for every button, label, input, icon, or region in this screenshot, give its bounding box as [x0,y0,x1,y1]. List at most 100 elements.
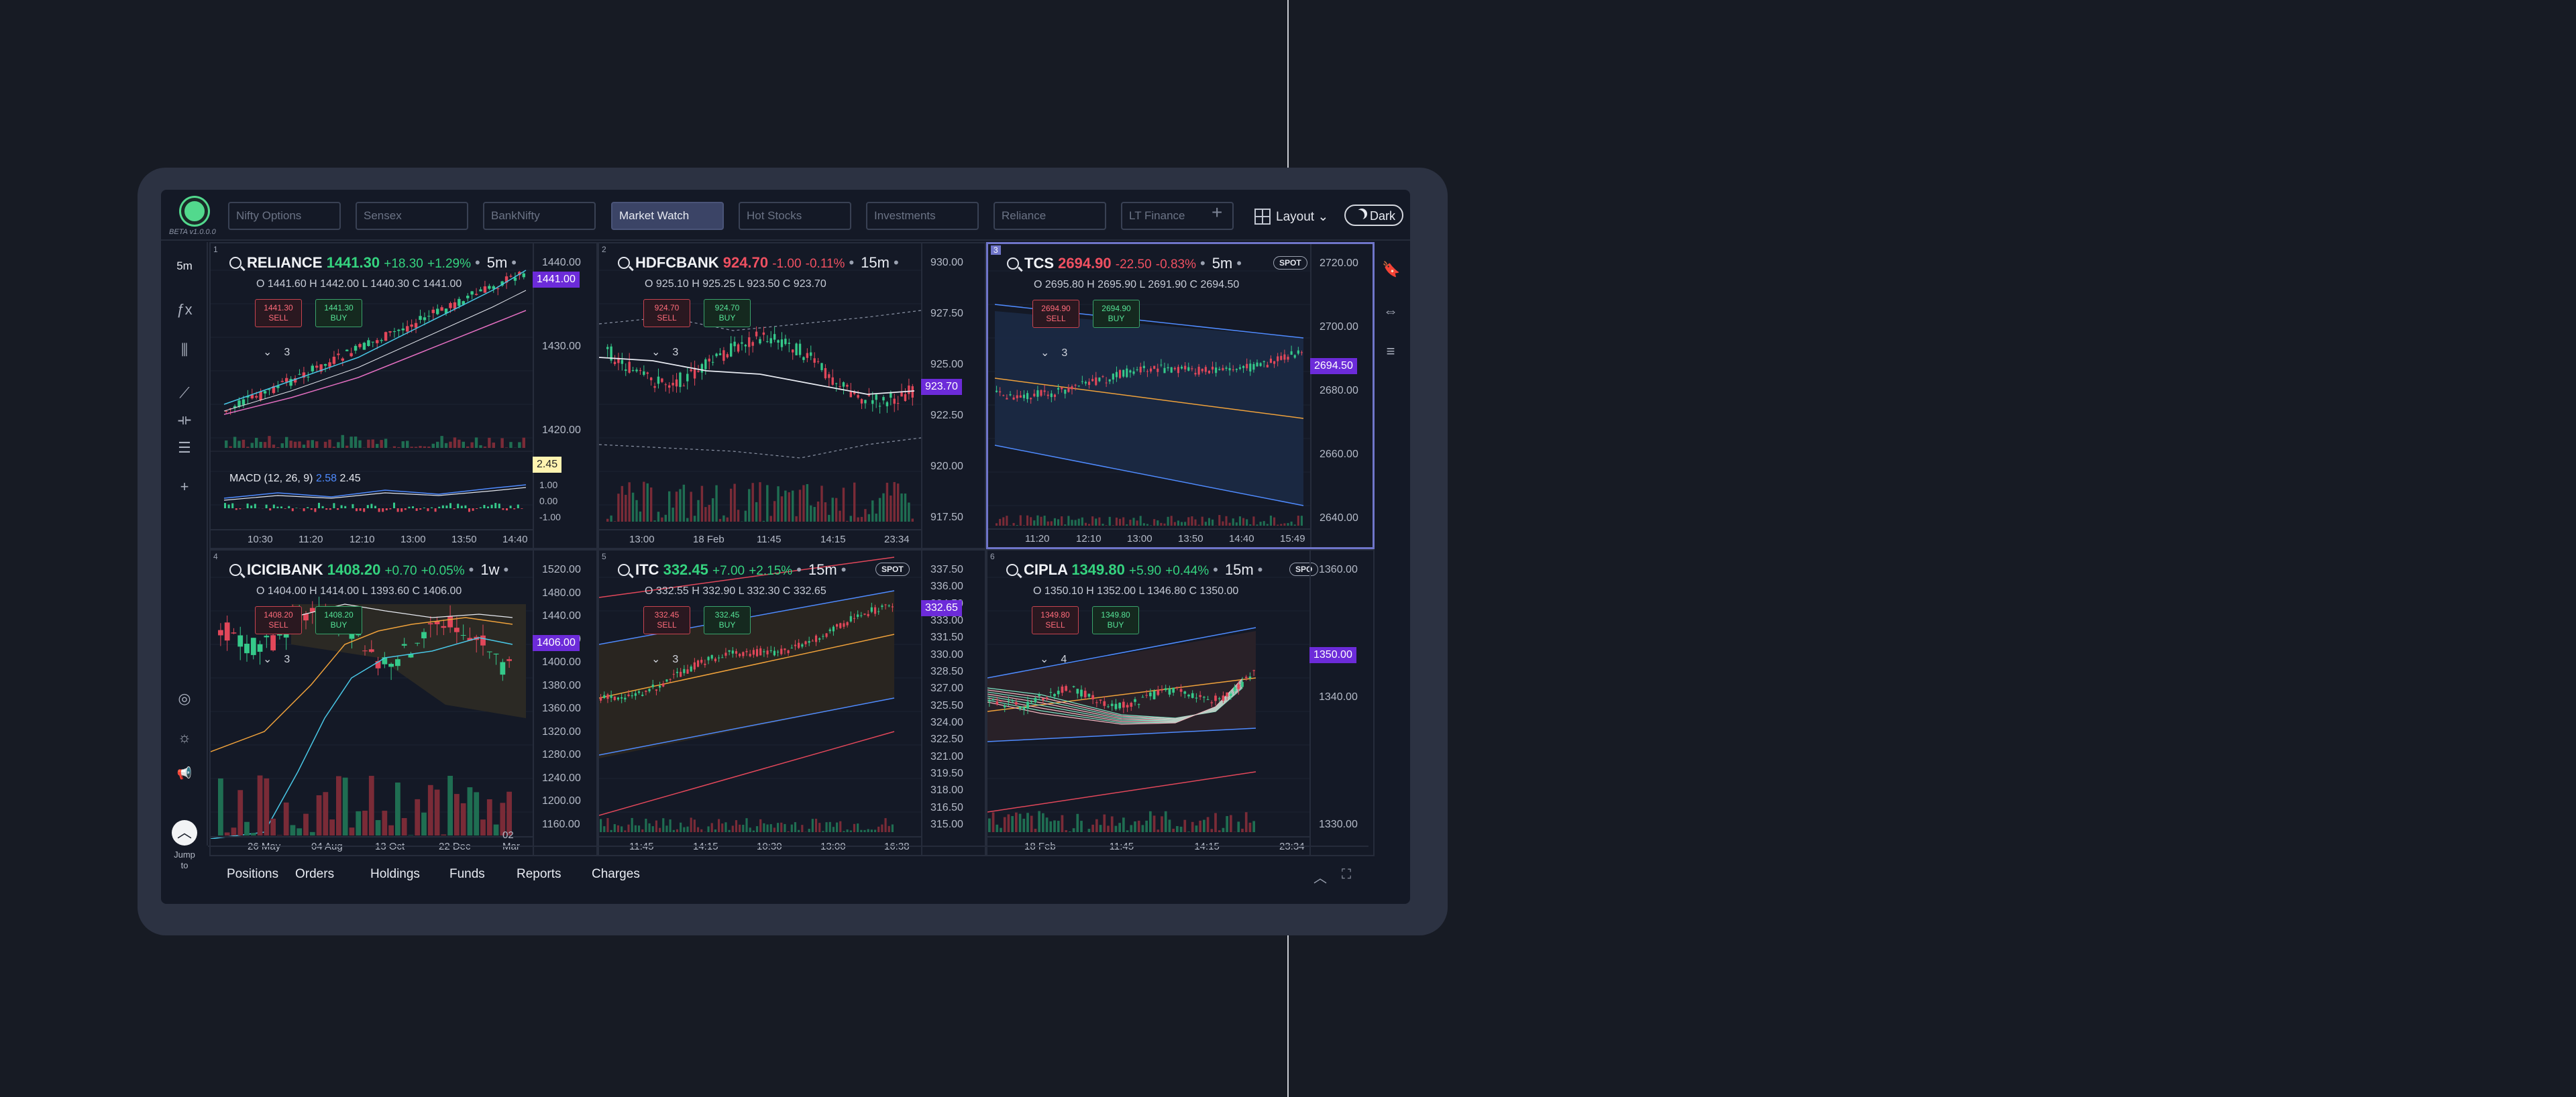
indicators-toggle[interactable]: ⌄ 3 [263,345,290,359]
buy-button[interactable]: 1408.20 BUY [315,606,362,634]
price-tick-label: 325.50 [930,699,963,711]
timeframe-label[interactable]: 15m [861,254,890,271]
bottom-tab[interactable]: Funds [449,867,485,882]
time-axis[interactable]: 13:00 18 Feb 11:45 14:15 23:34 [599,529,921,548]
panel-header[interactable]: RELIANCE 1441.30 +18.30 +1.29% • 5m • [229,254,517,272]
time-tick-label: 13:00 [629,534,655,545]
chart-panel-itc[interactable]: 5 ITC 332.45 +7.00 +2.15% • 15m • SPOT O 332.5… [598,549,986,856]
indicators-toggle[interactable]: ⌄ 3 [651,652,678,666]
sell-button[interactable]: 332.45 SELL [643,606,690,634]
app-logo-icon[interactable] [181,198,208,225]
bottom-tab[interactable]: Reports [517,867,561,882]
timeframe-label[interactable]: 15m [1225,561,1254,578]
symbol-name[interactable]: HDFCBANK [635,254,719,271]
symbol-name[interactable]: RELIANCE [247,254,322,271]
watchlist-tab[interactable]: Market Watch [611,202,724,230]
trendline-icon[interactable]: ⟋ [170,384,199,407]
fib-levels-icon[interactable]: ☰ [170,439,199,462]
bookmark-icon[interactable]: 🔖 [1382,261,1400,281]
sell-button[interactable]: 2694.90 SELL [1032,300,1079,328]
timeframe-label[interactable]: 5m [1212,255,1233,272]
watchlist-tab[interactable]: Sensex [356,202,468,230]
buy-button[interactable]: 1349.80 BUY [1092,606,1139,634]
price-axis[interactable]: 930.00 927.50 925.00 922.50 920.00 917.50 923.… [921,243,985,548]
jump-to-button[interactable]: ︿ [172,820,197,846]
chart-panel-reliance[interactable]: 1 RELIANCE 1441.30 +18.30 +1.29% • 5m • O 144… [209,242,598,549]
announcements-icon[interactable]: 📢 [170,766,199,789]
price-axis[interactable]: 1360.00 1340.00 1330.00 1350.00 [1309,551,1373,855]
search-icon[interactable] [618,564,630,576]
sell-button[interactable]: 1408.20 SELL [255,606,302,634]
indicators-toggle[interactable]: ⌄ 3 [1040,346,1067,359]
list-icon[interactable]: ≡ [1382,343,1399,363]
search-icon[interactable] [229,257,241,269]
bottom-tab[interactable]: Orders [295,867,334,882]
timeframe-label[interactable]: 5m [487,254,508,271]
symbol-name[interactable]: ICICIBANK [247,561,323,578]
watchlist-tab[interactable]: Nifty Options [228,202,341,230]
search-icon[interactable] [1007,257,1019,270]
timeframe-label[interactable]: 1w [480,561,499,578]
sell-button[interactable]: 1349.80 SELL [1032,606,1079,634]
timeframe-button[interactable]: 5m [170,259,199,282]
ideas-icon[interactable]: ☼ [170,729,199,752]
price-tick-label: 922.50 [930,410,963,421]
horizontal-line-icon[interactable]: ⟛ [170,411,199,434]
time-tick-label: 23:34 [884,534,910,545]
price-tick-label: 917.50 [930,512,963,523]
panel-header[interactable]: ICICIBANK 1408.20 +0.70 +0.05% • 1w • [229,561,508,579]
symbol-name[interactable]: ITC [635,561,659,578]
chart-panel-tcs[interactable]: 3 TCS 2694.90 -22.50 -0.83% • 5m • SPOT O 2695… [986,242,1375,549]
indicators-icon[interactable]: ƒx [170,301,199,324]
buy-button[interactable]: 332.45 BUY [704,606,751,634]
price-tick-label: 2720.00 [1320,257,1358,269]
layout-button[interactable]: Layout ⌄ [1254,203,1335,229]
search-icon[interactable] [229,564,241,576]
indicators-toggle[interactable]: ⌄ 3 [263,652,290,666]
alerts-icon[interactable]: ◎ [170,690,199,713]
price-axis[interactable]: 1440.00 1430.00 1420.00 1441.00 2.45 1.00 0.00… [533,243,596,548]
candle-type-icon[interactable]: ⫼ [170,341,199,364]
collapse-icon[interactable]: ︿ [1313,867,1327,886]
panel-header[interactable]: TCS 2694.90 -22.50 -0.83% • 5m • [1007,255,1242,272]
buy-button[interactable]: 1441.30 BUY [315,299,362,327]
watchlist-tab[interactable]: BankNifty [483,202,596,230]
add-watchlist-button[interactable]: + [1212,202,1222,223]
search-icon[interactable] [618,257,630,269]
panel-header[interactable]: ITC 332.45 +7.00 +2.15% • 15m • [618,561,846,579]
link-icon[interactable]: ⇔ [1382,302,1399,323]
crosshair-icon[interactable]: + [170,478,199,501]
watchlist-tab[interactable]: Reliance [994,202,1106,230]
buy-button[interactable]: 2694.90 BUY [1093,300,1140,328]
panel-header[interactable]: HDFCBANK 924.70 -1.00 -0.11% • 15m • [618,254,899,272]
buy-button[interactable]: 924.70 BUY [704,299,751,327]
panel-header[interactable]: CIPLA 1349.80 +5.90 +0.44% • 15m • [1006,561,1263,579]
spot-badge[interactable]: SPOT [1273,256,1307,270]
sell-price: 1349.80 [1040,610,1070,620]
price-axis[interactable]: 337.50336.00334.50333.00331.50330.00328.… [921,551,985,855]
price-axis[interactable]: 2720.00 2700.00 2680.00 2660.00 2640.00 2694.… [1310,244,1373,547]
watchlist-tab[interactable]: Investments [866,202,979,230]
expand-icon[interactable]: ⛶ [1342,867,1351,882]
watchlist-tab[interactable]: Hot Stocks [739,202,851,230]
search-icon[interactable] [1006,564,1018,576]
price-axis[interactable]: 1520.001480.001440.001420.001400.001380.… [533,551,596,855]
bottom-tab[interactable]: Charges [592,867,640,882]
symbol-name[interactable]: TCS [1024,255,1054,272]
spot-badge[interactable]: SPOT [875,563,910,576]
theme-toggle-button[interactable]: Dark [1344,205,1403,226]
indicators-toggle[interactable]: ⌄ 3 [651,345,678,359]
separator-dot: • [893,254,899,271]
indicators-toggle[interactable]: ⌄ 4 [1040,652,1067,666]
time-axis[interactable]: 10:30 11:20 12:10 13:00 13:50 14:40 [211,529,533,548]
chart-panel-hdfcbank[interactable]: 2 HDFCBANK 924.70 -1.00 -0.11% • 15m • O 925.… [598,242,986,549]
chart-panel-icicibank[interactable]: 4 ICICIBANK 1408.20 +0.70 +0.05% • 1w • O 140… [209,549,598,856]
bottom-tab[interactable]: Holdings [370,867,420,882]
symbol-name[interactable]: CIPLA [1024,561,1067,578]
sell-button[interactable]: 1441.30 SELL [255,299,302,327]
timeframe-label[interactable]: 15m [808,561,837,578]
time-axis[interactable]: 11:20 12:10 13:00 13:50 14:40 15:49 [988,528,1310,547]
bottom-tab[interactable]: Positions [227,867,278,882]
chart-panel-cipla[interactable]: 6 CIPLA 1349.80 +5.90 +0.44% • 15m • SPO O 135… [986,549,1375,856]
sell-button[interactable]: 924.70 SELL [643,299,690,327]
